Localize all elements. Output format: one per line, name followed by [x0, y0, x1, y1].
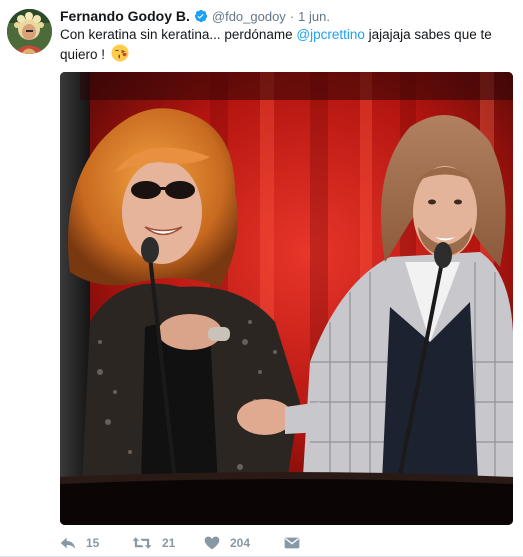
reply-button[interactable]: 15 — [60, 536, 132, 550]
retweet-button[interactable]: 21 — [132, 536, 204, 550]
separator-dot: · — [289, 8, 295, 24]
heart-icon — [204, 536, 220, 550]
retweet-icon — [132, 537, 152, 549]
like-count: 204 — [230, 536, 251, 550]
tweet-header: Fernando Godoy B. @fdo_godoy · 1 jun. — [60, 7, 330, 25]
tweet-actions: 15 21 204 — [60, 534, 314, 552]
author-name[interactable]: Fernando Godoy B. — [60, 8, 190, 24]
verified-badge-icon — [194, 9, 208, 23]
avatar-image — [7, 9, 52, 54]
envelope-icon — [284, 537, 300, 549]
like-button[interactable]: 204 — [204, 536, 284, 550]
mention-link[interactable]: @jpcrettino — [296, 27, 364, 42]
reply-icon — [60, 537, 76, 549]
direct-message-button[interactable] — [284, 536, 314, 550]
tweet-card[interactable]: Fernando Godoy B. @fdo_godoy · 1 jun. Co… — [0, 0, 523, 557]
retweet-count: 21 — [162, 536, 176, 550]
tweet-text: Con keratina sin keratina... perdóname @… — [60, 26, 510, 67]
author-handle[interactable]: @fdo_godoy — [212, 9, 286, 24]
tweet-timestamp[interactable]: 1 jun. — [298, 9, 330, 24]
tweet-photo[interactable] — [60, 72, 513, 525]
avatar[interactable] — [7, 9, 52, 54]
tweet-text-part1: Con keratina sin keratina... perdóname — [60, 27, 297, 42]
photo-image — [60, 72, 513, 525]
kissing-face-emoji-icon — [111, 44, 129, 67]
reply-count: 15 — [86, 536, 100, 550]
